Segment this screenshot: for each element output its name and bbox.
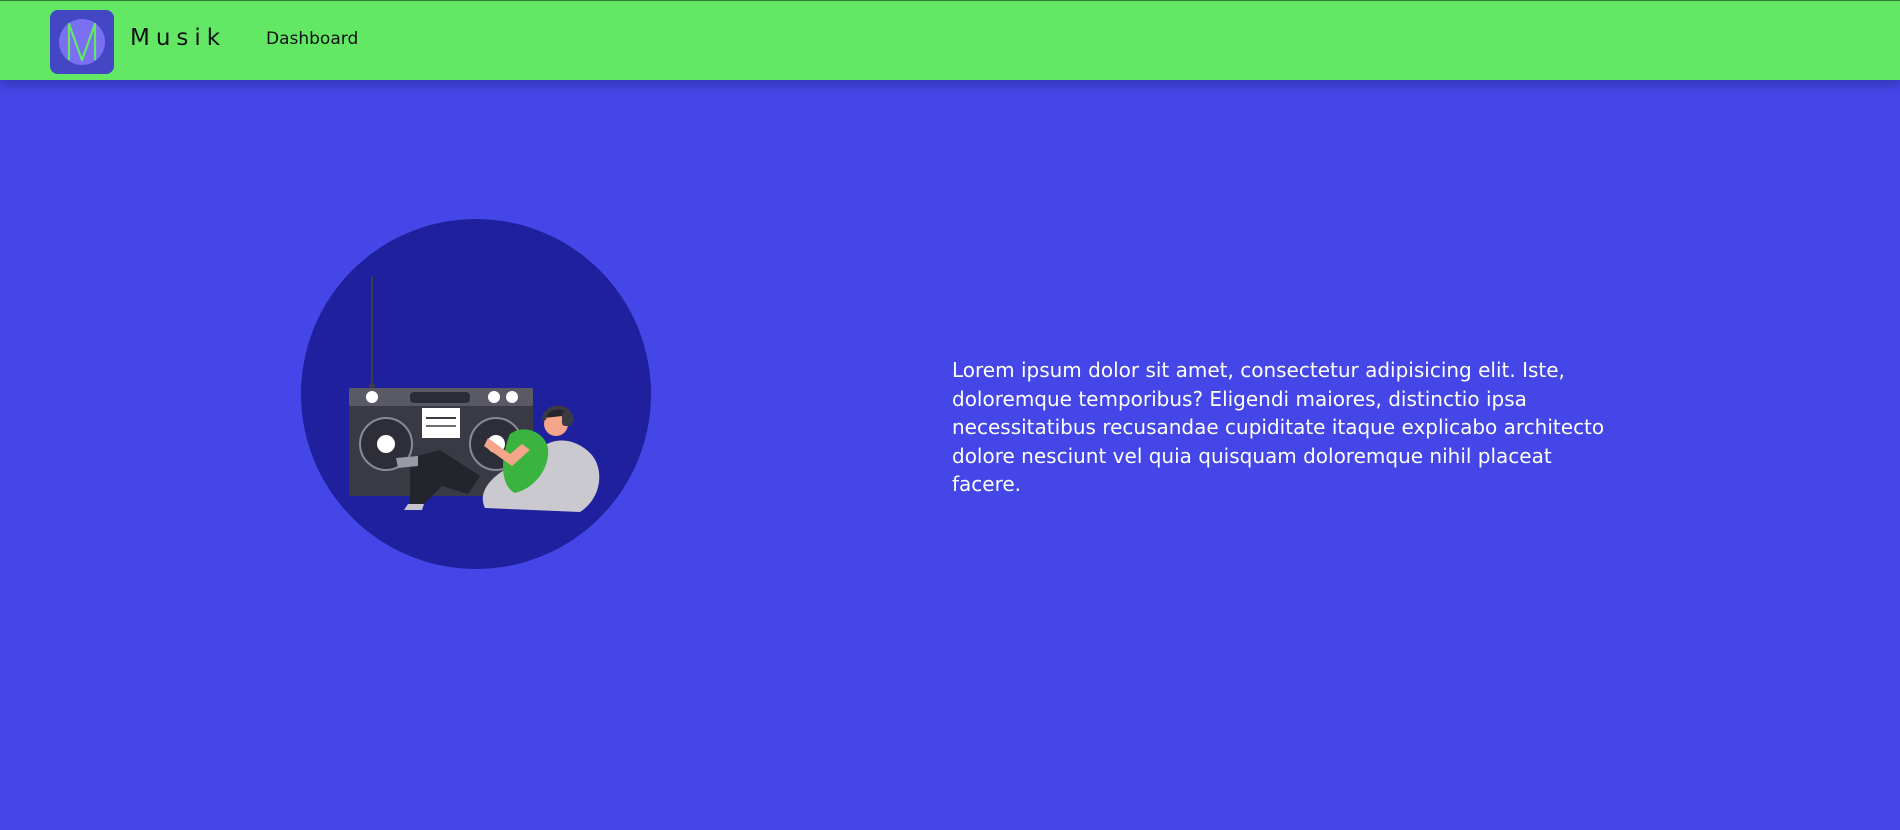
person-listening-to-boombox-illustration — [300, 218, 652, 570]
logo-m-icon — [59, 19, 105, 65]
logo[interactable] — [50, 10, 114, 74]
navbar: Musik Dashboard — [0, 0, 1900, 80]
hero-description: Lorem ipsum dolor sit amet, consectetur … — [952, 358, 1605, 496]
brand-name[interactable]: Musik — [130, 21, 226, 55]
nav-link-dashboard[interactable]: Dashboard — [266, 27, 358, 51]
